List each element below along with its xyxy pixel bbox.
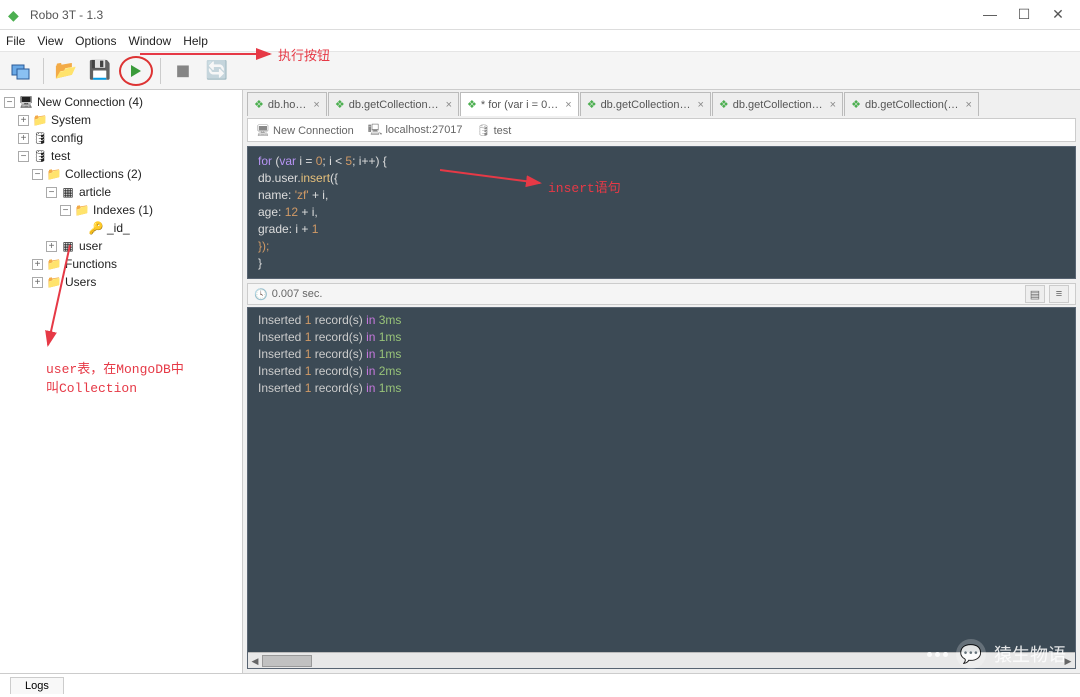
menu-bar: File View Options Window Help — [0, 30, 1080, 52]
save-button[interactable]: 💾 — [85, 56, 115, 86]
tree-root-label: New Connection (4) — [37, 95, 143, 109]
exec-time: 0.007 sec. — [272, 288, 323, 300]
scroll-thumb[interactable] — [262, 655, 312, 667]
status-bar: 🕓 0.007 sec. ▤ ≡ — [247, 283, 1076, 305]
close-icon[interactable]: × — [697, 99, 703, 111]
host-icon: 🖳 — [368, 124, 386, 136]
code-editor[interactable]: for (var i = 0; i < 5; i++) { db.user.in… — [247, 146, 1076, 279]
scroll-left-icon[interactable]: ◀ — [248, 653, 262, 669]
leaf-icon: ❖ — [587, 98, 597, 111]
folder-icon: 📁 — [46, 275, 62, 289]
server-icon: 🖥 — [18, 95, 34, 109]
leaf-icon: ❖ — [467, 98, 477, 111]
close-icon[interactable]: × — [966, 99, 972, 111]
menu-help[interactable]: Help — [183, 34, 208, 48]
refresh-button[interactable]: 🔄 — [202, 56, 232, 86]
view-text-button[interactable]: ≡ — [1049, 285, 1069, 303]
close-icon[interactable]: × — [565, 99, 571, 111]
app-icon: ◆ — [8, 7, 24, 23]
run-button[interactable] — [119, 56, 153, 86]
tree-collections[interactable]: −📁Collections (2) — [0, 165, 242, 183]
clock-icon: 🕓 — [254, 288, 268, 301]
tab-5[interactable]: ❖db.getCollection(…× — [844, 92, 979, 116]
leaf-icon: ❖ — [335, 98, 345, 111]
connect-button[interactable] — [6, 56, 36, 86]
editor-panel: ❖db.ho…× ❖db.getCollection…× ❖* for (var… — [243, 90, 1080, 673]
bottom-tabs: Logs — [0, 673, 1080, 697]
folder-icon: 📁 — [46, 167, 62, 181]
output-panel[interactable]: Inserted 1 record(s) in 3msInserted 1 re… — [247, 307, 1076, 669]
close-icon[interactable]: × — [830, 99, 836, 111]
tab-3[interactable]: ❖db.getCollection…× — [580, 92, 711, 116]
tree-item-test[interactable]: −🛢test — [0, 147, 242, 165]
menu-file[interactable]: File — [6, 34, 25, 48]
tree-item-system[interactable]: +📁System — [0, 111, 242, 129]
logs-tab[interactable]: Logs — [10, 677, 64, 694]
watermark-text: 猿生物语 — [994, 641, 1066, 667]
menu-window[interactable]: Window — [129, 34, 172, 48]
tree-item-config[interactable]: +🛢config — [0, 129, 242, 147]
folder-icon: 📁 — [46, 257, 62, 271]
folder-icon: 📁 — [32, 113, 48, 127]
tab-0[interactable]: ❖db.ho…× — [247, 92, 327, 116]
menu-view[interactable]: View — [37, 34, 63, 48]
server-icon: 🖥 — [256, 125, 273, 137]
tree-user[interactable]: +▦user — [0, 237, 242, 255]
minimize-button[interactable]: — — [982, 6, 998, 23]
window-title: Robo 3T - 1.3 — [30, 8, 982, 22]
database-icon: 🛢 — [477, 125, 494, 137]
breadcrumb: 🖥 New Connection 🖳 localhost:27017 🛢 tes… — [247, 118, 1076, 142]
window-controls: — ☐ ✕ — [982, 6, 1066, 23]
close-icon[interactable]: × — [446, 99, 452, 111]
tab-strip: ❖db.ho…× ❖db.getCollection…× ❖* for (var… — [243, 90, 1080, 116]
maximize-button[interactable]: ☐ — [1016, 6, 1032, 23]
tab-2[interactable]: ❖* for (var i = 0…× — [460, 92, 579, 116]
tree-root[interactable]: −🖥New Connection (4) — [0, 93, 242, 111]
tree-functions[interactable]: +📁Functions — [0, 255, 242, 273]
collection-icon: ▦ — [60, 239, 76, 253]
separator — [43, 58, 44, 84]
tree-users[interactable]: +📁Users — [0, 273, 242, 291]
title-bar: ◆ Robo 3T - 1.3 — ☐ ✕ — [0, 0, 1080, 30]
main-area: −🖥New Connection (4) +📁System +🛢config −… — [0, 90, 1080, 673]
separator — [160, 58, 161, 84]
toolbar: 📂 💾 ◼ 🔄 — [0, 52, 1080, 90]
tab-4[interactable]: ❖db.getCollection…× — [712, 92, 843, 116]
menu-options[interactable]: Options — [75, 34, 116, 48]
close-icon[interactable]: × — [313, 99, 319, 111]
tree-indexes[interactable]: −📁Indexes (1) — [0, 201, 242, 219]
leaf-icon: ❖ — [719, 98, 729, 111]
tree-id-index[interactable]: 🔑_id_ — [0, 219, 242, 237]
wechat-icon: 💬 — [956, 639, 986, 669]
watermark: 💬 猿生物语 — [927, 639, 1066, 669]
open-button[interactable]: 📂 — [51, 56, 81, 86]
database-icon: 🛢 — [32, 149, 48, 163]
database-icon: 🛢 — [32, 131, 48, 145]
close-button[interactable]: ✕ — [1050, 6, 1066, 23]
key-icon: 🔑 — [88, 221, 104, 235]
collection-icon: ▦ — [60, 185, 76, 199]
tree-article[interactable]: −▦article — [0, 183, 242, 201]
connections-tree: −🖥New Connection (4) +📁System +🛢config −… — [0, 90, 243, 673]
leaf-icon: ❖ — [254, 98, 264, 111]
view-tree-button[interactable]: ▤ — [1025, 285, 1045, 303]
stop-button[interactable]: ◼ — [168, 56, 198, 86]
folder-icon: 📁 — [74, 203, 90, 217]
leaf-icon: ❖ — [851, 98, 861, 111]
tab-1[interactable]: ❖db.getCollection…× — [328, 92, 459, 116]
